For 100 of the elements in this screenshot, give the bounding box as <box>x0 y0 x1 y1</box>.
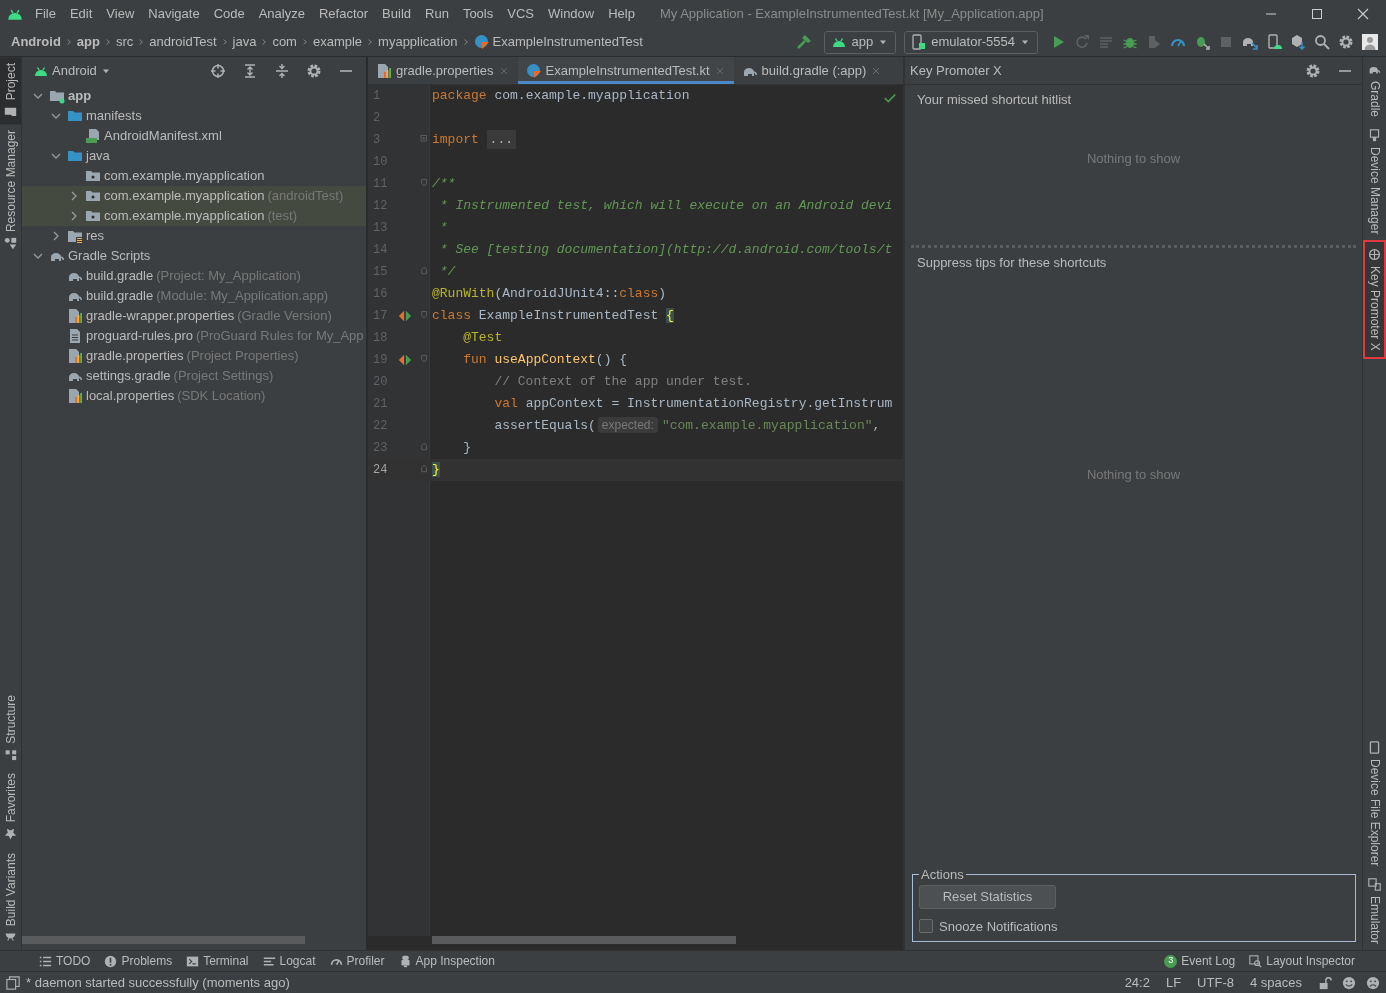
menu-item[interactable]: Window <box>540 4 602 24</box>
scrollbar[interactable] <box>22 936 305 944</box>
tool-window-tab[interactable]: Project <box>0 57 21 125</box>
tree-item[interactable]: java <box>86 146 110 166</box>
collapse-all-icon[interactable] <box>274 63 290 79</box>
breadcrumb-item[interactable]: example <box>309 32 366 52</box>
settings-icon[interactable] <box>306 63 322 79</box>
editor-tab[interactable]: gradle.properties <box>368 57 518 84</box>
item-hint: (Project Properties) <box>186 347 299 366</box>
run-test-icon[interactable] <box>398 309 412 323</box>
menu-item[interactable]: Run <box>418 4 456 24</box>
tree-item[interactable]: build.gradle <box>86 286 154 306</box>
properties-file-icon <box>376 62 392 79</box>
tool-window-button[interactable]: 3 Event Log <box>1157 952 1243 970</box>
reset-statistics-button[interactable]: Reset Statistics <box>919 884 1056 909</box>
tool-window-tab[interactable]: Key Promoter X <box>1363 240 1386 360</box>
menu-item[interactable]: VCS <box>500 4 541 24</box>
tool-window-button[interactable]: App Inspection <box>391 952 502 970</box>
code-line: import ... <box>432 130 516 150</box>
tool-window-tab[interactable]: Favorites <box>0 767 21 847</box>
panel-toggle-icon[interactable] <box>6 975 20 990</box>
tree-item[interactable]: com.example.myapplication <box>104 166 265 186</box>
breadcrumb-item[interactable]: app <box>73 32 103 52</box>
tree-item[interactable]: AndroidManifest.xml <box>104 126 222 146</box>
device-manager-icon[interactable] <box>1266 34 1282 50</box>
tool-window-button[interactable]: Profiler <box>322 952 392 970</box>
attach-process-icon[interactable] <box>1194 34 1210 50</box>
menu-item[interactable]: File <box>28 4 63 24</box>
layout-inspector-icon <box>1249 954 1263 968</box>
search-icon[interactable] <box>1314 34 1330 50</box>
tree-item[interactable]: manifests <box>86 106 142 126</box>
tree-item[interactable]: local.properties <box>86 386 175 406</box>
menu-item[interactable]: Build <box>375 4 418 24</box>
tool-window-button[interactable]: Logcat <box>255 952 323 970</box>
frown-icon[interactable] <box>1366 975 1380 990</box>
tree-item[interactable]: gradle.properties <box>86 346 184 366</box>
tool-window-button[interactable]: TODO <box>32 952 98 970</box>
checkbox[interactable] <box>919 919 933 934</box>
status-item[interactable]: UTF-8 <box>1191 972 1240 993</box>
close-icon[interactable] <box>1355 6 1371 22</box>
expand-all-icon[interactable] <box>242 63 258 79</box>
menu-item[interactable]: Analyze <box>251 4 312 24</box>
tree-item[interactable]: Gradle Scripts <box>68 246 151 266</box>
item-hint: (androidTest) <box>267 187 344 206</box>
tool-window-tab[interactable]: Structure <box>0 688 21 768</box>
tool-window-tab[interactable]: Resource Manager <box>0 124 21 257</box>
breadcrumb-item[interactable]: androidTest <box>146 32 220 52</box>
run-test-icon[interactable] <box>398 353 412 367</box>
tool-window-button[interactable]: Problems <box>97 952 180 970</box>
hammer-icon[interactable] <box>796 34 813 50</box>
breadcrumb-item[interactable]: com <box>269 32 300 52</box>
tool-window-tab[interactable]: Device Manager <box>1363 123 1386 241</box>
menu-item[interactable]: Edit <box>62 4 100 24</box>
tree-item[interactable]: proguard-rules.pro <box>86 326 193 346</box>
menu-item[interactable]: Navigate <box>141 4 207 24</box>
breadcrumb-item[interactable]: src <box>112 32 137 52</box>
tool-window-tab[interactable]: Device File Explorer <box>1363 734 1386 872</box>
menu-item[interactable]: Help <box>601 4 642 24</box>
tree-item[interactable]: com.example.myapplication <box>104 206 265 226</box>
view-dropdown[interactable]: Android <box>30 61 115 81</box>
breadcrumb-item[interactable]: myapplication <box>375 32 461 52</box>
settings-icon[interactable] <box>1305 62 1321 79</box>
tool-window-tab[interactable]: Build Variants <box>0 846 21 950</box>
class-icon <box>473 34 490 50</box>
breadcrumb-item[interactable]: java <box>229 32 260 52</box>
breadcrumb-item[interactable]: Android <box>8 32 64 52</box>
menu-item[interactable]: Code <box>206 4 252 24</box>
tree-item[interactable]: settings.gradle <box>86 366 171 386</box>
tree-item[interactable]: res <box>86 226 105 246</box>
run-config-dropdown[interactable]: app <box>824 30 897 54</box>
tree-item[interactable]: app <box>68 86 92 106</box>
tool-window-button[interactable]: Layout Inspector <box>1242 952 1362 970</box>
editor-tab[interactable]: ExampleInstrumentedTest.kt <box>517 57 734 84</box>
section-title: Suppress tips for these shortcuts <box>917 254 1108 272</box>
settings-icon[interactable] <box>1338 34 1354 50</box>
code-line: * See [testing documentation](http://d.android.com/tools/t <box>438 241 893 260</box>
checkbox-label[interactable]: Snooze Notifications <box>939 916 1058 936</box>
sdk-manager-icon[interactable] <box>1290 34 1306 50</box>
scrollbar[interactable] <box>432 936 736 944</box>
tree-item[interactable]: build.gradle <box>86 266 154 286</box>
avatar-icon[interactable] <box>1362 34 1378 50</box>
status-item[interactable]: LF <box>1159 972 1188 993</box>
locate-icon[interactable] <box>210 63 226 79</box>
status-item[interactable]: 4 spaces <box>1243 972 1308 993</box>
editor-tab[interactable]: build.gradle (:app) <box>733 57 891 84</box>
device-dropdown[interactable]: emulator-5554 <box>904 30 1038 54</box>
tree-item[interactable]: gradle-wrapper.properties <box>86 306 235 326</box>
emulator-icon <box>1368 877 1381 891</box>
tool-window-tab[interactable]: Gradle <box>1363 57 1386 124</box>
breadcrumb-item[interactable]: ExampleInstrumentedTest <box>470 32 646 52</box>
menu-item[interactable]: Tools <box>455 4 501 24</box>
tool-window-button[interactable]: Terminal <box>179 952 256 970</box>
maximize-icon[interactable] <box>1309 6 1325 22</box>
menu-item[interactable]: Refactor <box>311 4 376 24</box>
tool-window-tab[interactable]: Emulator <box>1363 871 1386 950</box>
menu-item[interactable]: View <box>99 4 142 24</box>
lock-icon[interactable] <box>1318 975 1332 990</box>
smiley-icon[interactable] <box>1342 975 1356 990</box>
tree-item[interactable]: com.example.myapplication <box>104 186 265 206</box>
status-item[interactable]: 24:2 <box>1118 972 1156 993</box>
